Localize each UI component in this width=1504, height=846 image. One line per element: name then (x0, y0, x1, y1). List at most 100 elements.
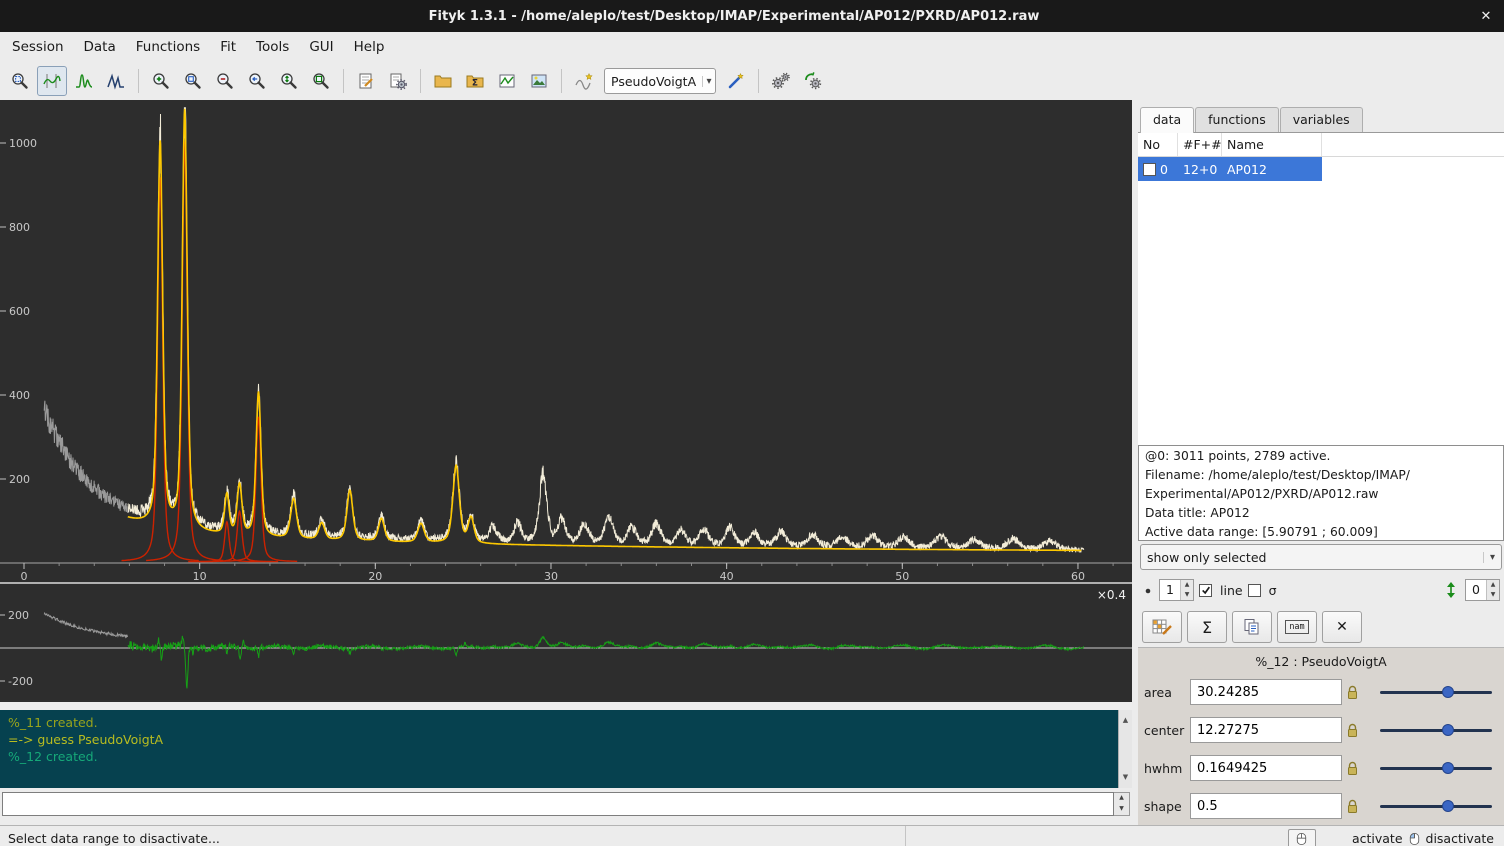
row-number: 0 (1160, 162, 1168, 177)
lock-icon[interactable] (1346, 799, 1359, 814)
param-area-slider[interactable] (1380, 685, 1492, 699)
tab-variables[interactable]: variables (1280, 107, 1363, 132)
save-session-button[interactable] (492, 66, 522, 96)
zoom-select-tool-button[interactable] (5, 66, 35, 96)
undo-fit-button[interactable] (798, 66, 828, 96)
toolbar-separator (561, 69, 562, 93)
slider-thumb[interactable] (1442, 800, 1454, 812)
data-range-tool-button[interactable] (37, 66, 67, 96)
copy-data-button[interactable] (1232, 611, 1272, 643)
log-line: =-> guess PseudoVoigtA (8, 731, 1124, 748)
info-line: Active data range: [5.90791 ; 60.009] (1145, 523, 1497, 541)
slider-track (1380, 767, 1492, 770)
tab-data[interactable]: data (1140, 107, 1194, 133)
open-data-button[interactable] (428, 66, 458, 96)
gear-undo-icon (803, 71, 823, 91)
run-fit-button[interactable] (766, 66, 796, 96)
export-image-button[interactable] (524, 66, 554, 96)
zoom-vertical-button[interactable] (274, 66, 304, 96)
sigma-checkbox[interactable]: σ (1248, 583, 1277, 598)
menu-session[interactable]: Session (2, 34, 74, 60)
menu-functions[interactable]: Functions (126, 34, 210, 60)
line-checkbox[interactable]: line (1199, 583, 1243, 598)
param-shape-slider[interactable] (1380, 799, 1492, 813)
row-cell-no[interactable]: 0 (1138, 157, 1178, 181)
execute-script-button[interactable] (383, 66, 413, 96)
point-size-stepper[interactable]: 1 ▲▼ (1159, 579, 1194, 601)
fit-vertically-icon[interactable] (1442, 580, 1460, 600)
show-filter-dropdown[interactable]: show only selected ▾ (1140, 544, 1502, 570)
param-shape-input[interactable] (1190, 793, 1342, 819)
mouse-config-button[interactable] (1288, 829, 1316, 846)
data-list: No #F+# Name 0 12+0 AP012 (1138, 133, 1504, 445)
spin-down-icon[interactable]: ▼ (1181, 590, 1193, 600)
row-checkbox[interactable] (1143, 163, 1156, 176)
shift-stepper[interactable]: 0 ▲▼ (1465, 579, 1500, 601)
folder-icon (433, 71, 453, 91)
param-center-input[interactable] (1190, 717, 1342, 743)
append-data-button[interactable]: Σ (460, 66, 490, 96)
scroll-down-icon[interactable]: ▼ (1123, 769, 1128, 786)
edit-data-table-button[interactable] (1142, 611, 1182, 643)
spin-up-icon[interactable]: ▲ (1487, 580, 1499, 590)
command-input[interactable] (2, 792, 1114, 816)
draw-peak-tool-button[interactable] (101, 66, 131, 96)
zoom-previous-button[interactable] (242, 66, 272, 96)
table-row[interactable]: 0 12+0 AP012 (1138, 157, 1504, 181)
zoom-out-button[interactable] (210, 66, 240, 96)
splitter-horizontal[interactable] (0, 702, 1132, 710)
delete-data-button[interactable]: ✕ (1322, 611, 1362, 643)
lock-icon[interactable] (1346, 723, 1359, 738)
menu-tools[interactable]: Tools (246, 34, 299, 60)
add-peak-tool-button[interactable] (69, 66, 99, 96)
param-center-slider[interactable] (1380, 723, 1492, 737)
sigma-checkbox-box[interactable] (1248, 584, 1261, 597)
log-scrollbar[interactable]: ▲ ▼ (1118, 710, 1132, 788)
column-header-no[interactable]: No (1138, 133, 1178, 156)
spin-down-icon[interactable]: ▼ (1487, 590, 1499, 600)
tab-functions[interactable]: functions (1195, 107, 1279, 132)
param-hwhm-input[interactable] (1190, 755, 1342, 781)
spin-up-icon[interactable]: ▲ (1181, 580, 1193, 590)
row-cell-f[interactable]: 12+0 (1178, 157, 1222, 181)
slider-thumb[interactable] (1442, 762, 1454, 774)
line-checkbox-box[interactable] (1199, 584, 1212, 597)
menu-help[interactable]: Help (344, 34, 395, 60)
param-label: hwhm (1144, 761, 1190, 776)
param-hwhm-slider[interactable] (1380, 761, 1492, 775)
sum-transform-button[interactable]: Σ (1187, 611, 1227, 643)
copy-icon (1242, 617, 1262, 637)
auto-add-peak-button[interactable] (721, 66, 751, 96)
param-label: shape (1144, 799, 1190, 814)
main-plot[interactable]: 01020304050602004006008001000 (0, 100, 1132, 582)
rename-data-button[interactable]: nam (1277, 611, 1317, 643)
param-area-input[interactable] (1190, 679, 1342, 705)
auxiliary-plot[interactable]: 200-200×0.4 (0, 582, 1132, 702)
function-type-combo[interactable]: PseudoVoigtA ▾ (604, 68, 716, 94)
param-row-hwhm: hwhm (1138, 749, 1504, 787)
command-history-stepper[interactable]: ▲ ▼ (1114, 792, 1130, 816)
disactivate-hint-label: disactivate (1426, 831, 1494, 846)
quick-add-function-button[interactable] (569, 66, 599, 96)
menu-data[interactable]: Data (74, 34, 126, 60)
picture-icon (529, 71, 549, 91)
menu-gui[interactable]: GUI (299, 34, 343, 60)
zoom-in-button[interactable] (146, 66, 176, 96)
column-header-name[interactable]: Name (1222, 133, 1322, 156)
slider-thumb[interactable] (1442, 686, 1454, 698)
stepper-down-icon[interactable]: ▼ (1114, 804, 1129, 815)
fityk-window: Fityk 1.3.1 - /home/aleplo/test/Desktop/… (0, 0, 1504, 846)
stepper-up-icon[interactable]: ▲ (1114, 793, 1129, 804)
close-window-button[interactable]: ✕ (1468, 9, 1504, 24)
menu-fit[interactable]: Fit (210, 34, 246, 60)
slider-thumb[interactable] (1442, 724, 1454, 736)
svg-text:-200: -200 (8, 675, 33, 688)
row-cell-name[interactable]: AP012 (1222, 157, 1322, 181)
lock-icon[interactable] (1346, 685, 1359, 700)
scroll-up-icon[interactable]: ▲ (1123, 712, 1128, 729)
lock-icon[interactable] (1346, 761, 1359, 776)
column-header-f[interactable]: #F+# (1178, 133, 1222, 156)
zoom-all-button[interactable] (306, 66, 336, 96)
script-editor-button[interactable] (351, 66, 381, 96)
zoom-box-button[interactable] (178, 66, 208, 96)
